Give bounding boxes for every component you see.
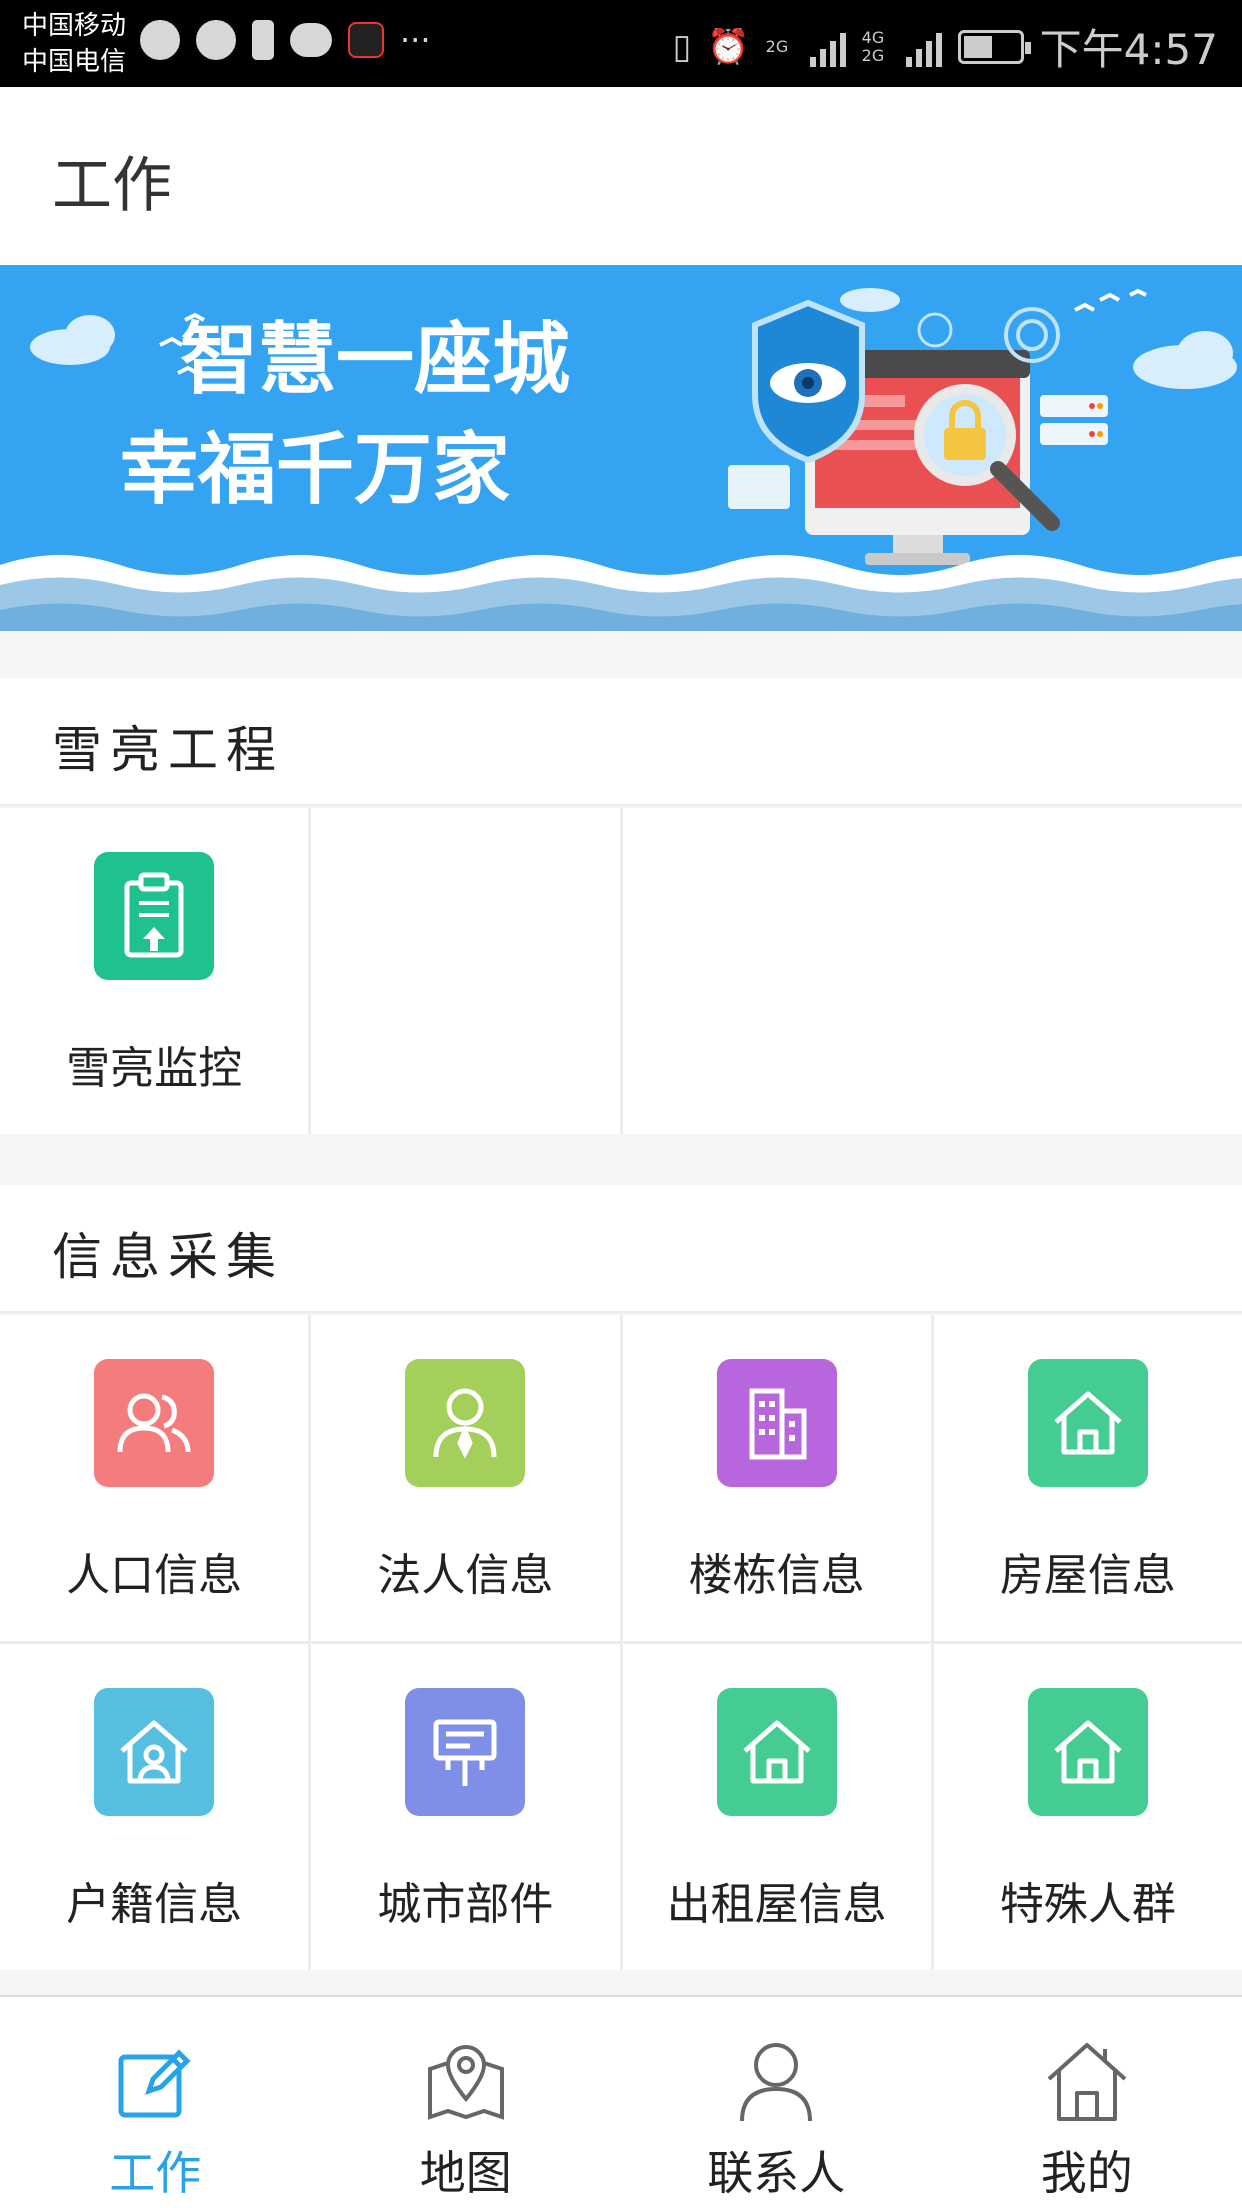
xueliang-grid: 雪亮监控: [0, 808, 1242, 1134]
grid-item-house-info[interactable]: 房屋信息: [933, 1315, 1242, 1641]
section-header-xueliang: 雪亮工程: [0, 678, 1242, 806]
grid-item-city-components[interactable]: 城市部件: [311, 1644, 620, 1970]
person-tie-icon: [405, 1359, 526, 1487]
contact-icon: [740, 2043, 813, 2122]
nav-tab-map[interactable]: 地图: [311, 1997, 622, 2208]
carrier-2: 中国电信: [22, 47, 127, 77]
info-collection-grid: 人口信息 法人信息 楼栋信息 房屋信息 户籍信息 城市部件 出租屋信息 特殊人群: [0, 1315, 1242, 1970]
status-bar: 中国移动 中国电信 ··· ▯ ⏰ 2G 4G 2G 下午4:57: [0, 0, 1242, 87]
grid-item-legal-person-info[interactable]: 法人信息: [311, 1315, 620, 1641]
tiktok-icon: [348, 22, 384, 58]
grid-item-household-info[interactable]: 户籍信息: [0, 1644, 309, 1970]
promo-banner[interactable]: 智慧一座城 幸福千万家: [0, 265, 1242, 631]
grid-item-building-info[interactable]: 楼栋信息: [622, 1315, 931, 1641]
carrier-labels: 中国移动 中国电信: [22, 8, 126, 80]
banner-slogan: 智慧一座城 幸福千万家: [120, 305, 571, 525]
notification-icons: ···: [140, 20, 431, 60]
grid-item-label: 户籍信息: [66, 1879, 243, 1930]
building-icon: [716, 1359, 837, 1487]
vibrate-icon: ▯: [672, 26, 692, 67]
nav-tab-me[interactable]: 我的: [932, 1997, 1242, 2208]
grid-item-population-info[interactable]: 人口信息: [0, 1315, 309, 1641]
q-app-icon: [196, 20, 236, 60]
map-pin-icon: [427, 2045, 504, 2120]
page-title: 工作: [52, 151, 172, 221]
grid-item-label: 出租屋信息: [666, 1879, 887, 1930]
grid-item-label: 特殊人群: [999, 1879, 1176, 1930]
grid-empty-cell: [622, 808, 1242, 1134]
q-app-icon: [140, 20, 180, 60]
battery-icon: [957, 29, 1031, 64]
nav-tab-label: 工作: [109, 2146, 202, 2200]
grid-item-label: 房屋信息: [999, 1550, 1176, 1601]
message-icon: [290, 23, 332, 57]
nav-tab-label: 联系人: [707, 2146, 846, 2200]
home-icon: [1047, 2043, 1127, 2121]
banner-line-2: 幸福千万家: [120, 425, 511, 515]
carrier-1: 中国移动: [22, 11, 127, 41]
grid-empty-cell: [311, 808, 620, 1134]
signal-icon: [905, 27, 942, 67]
house-icon: [1027, 1359, 1148, 1487]
nav-tab-label: 我的: [1040, 2146, 1133, 2200]
section-header-info-collection: 信息采集: [0, 1185, 1242, 1313]
clipboard-upload-icon: [94, 852, 215, 980]
people-icon: [94, 1359, 215, 1487]
edit-icon: [118, 2049, 191, 2118]
more-notifications-icon: ···: [400, 21, 431, 59]
grid-item-label: 城市部件: [377, 1879, 554, 1930]
house-icon: [716, 1688, 837, 1816]
system-status: ▯ ⏰ 2G 4G 2G 下午4:57: [673, 16, 1218, 77]
grid-item-label: 人口信息: [66, 1550, 243, 1601]
grid-item-label: 雪亮监控: [66, 1043, 243, 1094]
network-type-1: 2G: [765, 36, 789, 56]
page-header: 工作: [0, 87, 1242, 265]
nav-tab-contacts[interactable]: 联系人: [621, 1997, 932, 2208]
signboard-icon: [405, 1688, 526, 1816]
house-icon: [1027, 1688, 1148, 1816]
battery-alert-icon: [252, 20, 274, 60]
grid-item-label: 法人信息: [377, 1550, 554, 1601]
signal-icon: [809, 27, 846, 67]
section-title: 雪亮工程: [52, 721, 284, 779]
network-type-2: 4G 2G: [861, 27, 885, 65]
alarm-icon: ⏰: [707, 26, 750, 67]
grid-item-xueliang-monitor[interactable]: 雪亮监控: [0, 808, 309, 1134]
nav-tab-label: 地图: [419, 2146, 512, 2200]
nav-tab-work[interactable]: 工作: [0, 1997, 311, 2208]
grid-item-special-groups[interactable]: 特殊人群: [933, 1644, 1242, 1970]
clock: 下午4:57: [1039, 25, 1218, 74]
grid-item-label: 楼栋信息: [688, 1550, 865, 1601]
banner-line-1: 智慧一座城: [180, 315, 571, 405]
section-title: 信息采集: [52, 1228, 284, 1286]
grid-item-rental-house-info[interactable]: 出租屋信息: [622, 1644, 931, 1970]
house-person-icon: [94, 1688, 215, 1816]
bottom-navigation: 工作 地图 联系人 我的: [0, 1995, 1242, 2208]
